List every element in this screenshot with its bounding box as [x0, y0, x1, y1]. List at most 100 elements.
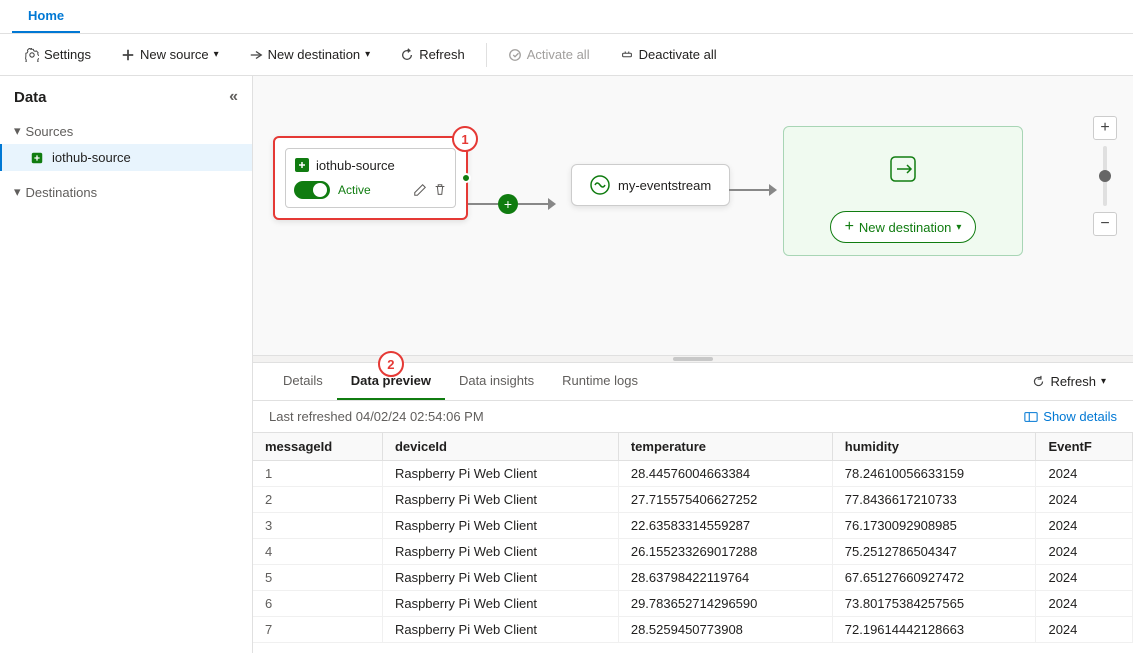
settings-button[interactable]: Settings [12, 40, 104, 69]
toolbar-separator [486, 43, 487, 67]
tab-runtime-logs[interactable]: Runtime logs [548, 363, 652, 400]
canvas-viewport: 1 iothub-source Active [253, 76, 1133, 355]
cell-messageId: 2 [253, 487, 382, 513]
dest-icon-area [887, 127, 919, 211]
table-body: 1 Raspberry Pi Web Client 28.44576004663… [253, 461, 1133, 643]
col-header-humidity: humidity [832, 433, 1036, 461]
cell-temperature: 29.783652714296590 [618, 591, 832, 617]
conn-plus-icon[interactable]: + [498, 194, 518, 214]
cell-eventF: 2024 [1036, 565, 1133, 591]
tab-details[interactable]: Details [269, 363, 337, 400]
activate-icon [508, 48, 522, 62]
show-details-icon [1024, 410, 1038, 424]
destinations-section-header[interactable]: ▾ Destinations [0, 179, 252, 205]
cell-eventF: 2024 [1036, 591, 1133, 617]
panel-refresh-chevron: ▾ [1101, 376, 1106, 387]
table-row: 6 Raspberry Pi Web Client 29.78365271429… [253, 591, 1133, 617]
toolbar: Settings New source ▾ New destination ▾ … [0, 34, 1133, 76]
table-row: 4 Raspberry Pi Web Client 26.15523326901… [253, 539, 1133, 565]
edit-icon[interactable] [413, 183, 427, 197]
cell-humidity: 75.2512786504347 [832, 539, 1036, 565]
table-header-row: messageId deviceId temperature humidity … [253, 433, 1133, 461]
data-table-wrapper[interactable]: messageId deviceId temperature humidity … [253, 433, 1133, 653]
eventstream-node[interactable]: my-eventstream [571, 164, 730, 206]
active-toggle[interactable] [294, 181, 330, 199]
zoom-out-button[interactable]: − [1093, 212, 1117, 236]
cell-humidity: 72.19614442128663 [832, 617, 1036, 643]
active-label: Active [338, 183, 371, 197]
tab-data-insights[interactable]: Data insights [445, 363, 548, 400]
tab-data-preview[interactable]: 2 Data preview [337, 363, 445, 400]
cell-messageId: 4 [253, 539, 382, 565]
cell-messageId: 3 [253, 513, 382, 539]
panel-refresh-label: Refresh [1050, 374, 1096, 389]
table-row: 3 Raspberry Pi Web Client 22.63583314559… [253, 513, 1133, 539]
cell-messageId: 1 [253, 461, 382, 487]
eventstream-title: my-eventstream [618, 178, 711, 193]
dest-chevron: ▾ [956, 222, 961, 233]
activate-all-button[interactable]: Activate all [495, 40, 603, 69]
dest-btn-label: New destination [859, 220, 952, 235]
source-node-title: iothub-source [316, 158, 395, 173]
conn-line-3 [729, 189, 769, 191]
data-table: messageId deviceId temperature humidity … [253, 433, 1133, 643]
source-item-label: iothub-source [52, 150, 131, 165]
source-action-icons [413, 183, 447, 197]
sidebar-collapse-icon[interactable]: « [229, 88, 238, 106]
tab-home[interactable]: Home [12, 0, 80, 33]
new-destination-button[interactable]: New destination ▾ [236, 40, 384, 69]
destinations-label: Destinations [26, 185, 98, 200]
last-refreshed-label: Last refreshed [269, 409, 352, 424]
panel-tab-right: Refresh ▾ [1021, 368, 1117, 395]
new-destination-node-btn[interactable]: + New destination ▾ [830, 211, 977, 243]
source-node[interactable]: 1 iothub-source Active [273, 136, 468, 220]
zoom-thumb [1099, 170, 1111, 182]
sidebar: Data « ▾ Sources iothub-source ▾ Destina… [0, 76, 253, 653]
show-details-button[interactable]: Show details [1024, 409, 1117, 424]
conn-line-2 [518, 203, 548, 205]
cell-deviceId: Raspberry Pi Web Client [382, 565, 618, 591]
last-refreshed-value: 04/02/24 02:54:06 PM [356, 409, 484, 424]
cell-humidity: 73.80175384257565 [832, 591, 1036, 617]
source-node-icon [30, 151, 44, 165]
activate-all-label: Activate all [527, 47, 590, 62]
annotation-1: 1 [452, 126, 478, 152]
show-details-label: Show details [1043, 409, 1117, 424]
tab-bar: Home [0, 0, 1133, 34]
table-row: 1 Raspberry Pi Web Client 28.44576004663… [253, 461, 1133, 487]
cell-temperature: 28.63798422119764 [618, 565, 832, 591]
sources-label: Sources [26, 124, 74, 139]
cell-humidity: 78.24610056633159 [832, 461, 1036, 487]
sidebar-sources-section: ▾ Sources iothub-source [0, 114, 252, 175]
panel-refresh-button[interactable]: Refresh ▾ [1021, 368, 1117, 395]
gear-icon [25, 48, 39, 62]
sidebar-item-iothub-source[interactable]: iothub-source [0, 144, 252, 171]
zoom-slider[interactable] [1103, 146, 1107, 206]
cell-temperature: 27.715575406627252 [618, 487, 832, 513]
destination-node[interactable]: + New destination ▾ [783, 126, 1023, 256]
source-node-inner: iothub-source Active [285, 148, 456, 208]
col-header-eventF: EventF [1036, 433, 1133, 461]
cell-eventF: 2024 [1036, 487, 1133, 513]
cell-temperature: 28.5259450773908 [618, 617, 832, 643]
bottom-panel: Details 2 Data preview Data insights Run… [253, 363, 1133, 653]
conn-arrow-2 [769, 184, 777, 196]
panel-tabs-left: Details 2 Data preview Data insights Run… [269, 363, 652, 400]
cell-humidity: 76.1730092908985 [832, 513, 1036, 539]
refresh-icon [400, 48, 414, 62]
cell-deviceId: Raspberry Pi Web Client [382, 617, 618, 643]
iot-icon [294, 157, 310, 173]
new-source-button[interactable]: New source ▾ [108, 40, 232, 69]
sources-section-header[interactable]: ▾ Sources [0, 118, 252, 144]
main-layout: Data « ▾ Sources iothub-source ▾ Destina… [0, 76, 1133, 653]
sidebar-header: Data « [0, 76, 252, 114]
panel-tabs: Details 2 Data preview Data insights Run… [253, 363, 1133, 401]
eventstream-icon [590, 175, 610, 195]
refresh-button[interactable]: Refresh [387, 40, 478, 69]
zoom-in-button[interactable]: + [1093, 116, 1117, 140]
table-row: 7 Raspberry Pi Web Client 28.52594507739… [253, 617, 1133, 643]
cell-deviceId: Raspberry Pi Web Client [382, 513, 618, 539]
deactivate-all-button[interactable]: Deactivate all [607, 40, 730, 69]
col-header-deviceId: deviceId [382, 433, 618, 461]
delete-icon[interactable] [433, 183, 447, 197]
